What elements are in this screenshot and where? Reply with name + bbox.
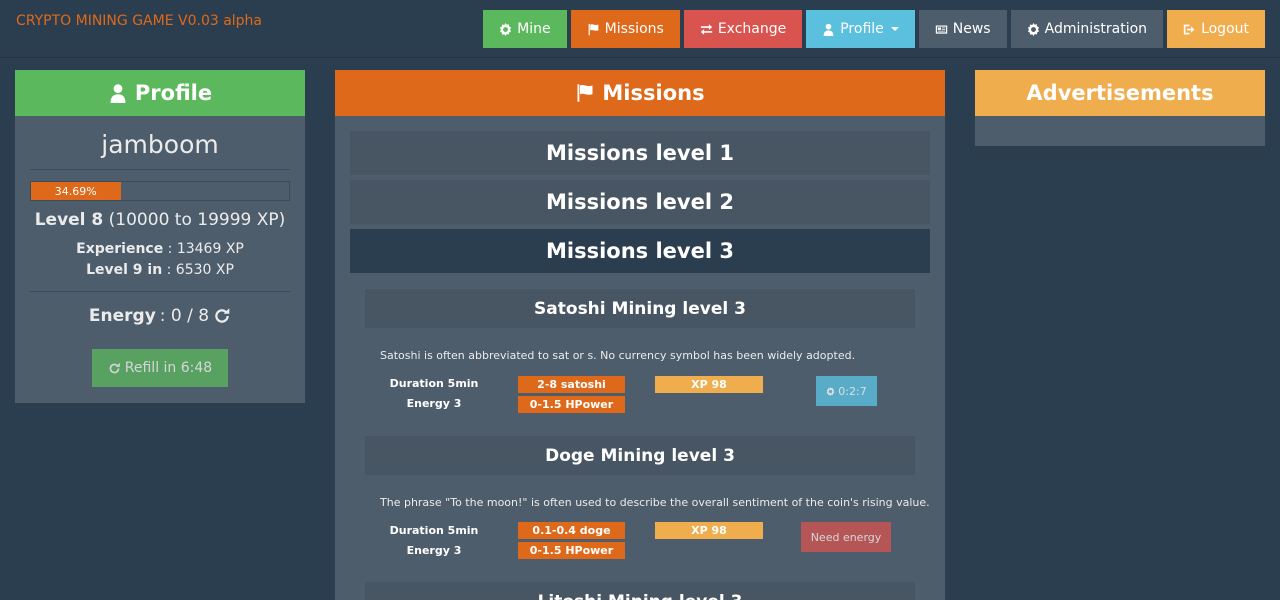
profile-panel-title: Profile	[134, 81, 213, 105]
nav-profile-dropdown[interactable]: Profile	[806, 10, 915, 48]
energy-label: Energy	[88, 306, 156, 326]
gear-icon	[500, 22, 512, 36]
gear-icon	[1027, 22, 1039, 36]
nav-administration-button[interactable]: Administration	[1010, 10, 1164, 48]
mission-description: The phrase "To the moon!" is often used …	[380, 496, 930, 509]
mission-hpower-badge: 0-1.5 HPower	[518, 542, 625, 559]
nav-menu: Mine Missions Exchange Profile News Admi…	[483, 10, 1265, 48]
mission-xp-badge: XP 98	[655, 522, 763, 539]
user-icon	[110, 84, 126, 103]
nav-mine-button[interactable]: Mine	[483, 10, 567, 48]
xp-progress-fill: 34.69%	[31, 182, 121, 200]
mission-xp-badge: XP 98	[655, 376, 763, 393]
missions-panel-title: Missions	[602, 81, 705, 105]
refresh-icon	[109, 362, 120, 373]
exchange-icon	[700, 23, 712, 35]
mission-title: Litoshi Mining level 3	[365, 582, 915, 600]
mission-reward-badge: 2-8 satoshi	[518, 376, 625, 393]
mission-energy: Energy 3	[406, 397, 462, 410]
gear-icon	[826, 386, 835, 396]
nav-news-button[interactable]: News	[918, 10, 1007, 48]
advertisements-panel-title: Advertisements	[1026, 81, 1214, 105]
nav-mine-label: Mine	[517, 21, 551, 37]
level-label: Level 8	[34, 210, 104, 230]
missions-level-1-tab[interactable]: Missions level 1	[350, 131, 930, 175]
refresh-icon	[215, 308, 230, 323]
missions-panel: Missions Missions level 1 Missions level…	[335, 70, 945, 600]
nav-exchange-button[interactable]: Exchange	[683, 10, 803, 48]
mission-energy: Energy 3	[406, 544, 462, 557]
navbar: CRYPTO MINING GAME V0.03 alpha Mine Miss…	[0, 0, 1280, 58]
experience-line: Experience : 13469 XP	[15, 239, 305, 260]
missions-level-3-tab[interactable]: Missions level 3	[350, 229, 930, 273]
mission-duration: Duration 5min	[389, 524, 479, 537]
user-icon	[823, 23, 834, 36]
level-range: (10000 to 19999 XP)	[108, 210, 286, 230]
mission-description: Satoshi is often abbreviated to sat or s…	[380, 349, 856, 362]
next-level-value: : 6530 XP	[166, 262, 234, 278]
nav-news-label: News	[952, 21, 991, 37]
divider	[30, 169, 290, 170]
newspaper-icon	[935, 24, 947, 34]
nav-missions-button[interactable]: Missions	[570, 10, 680, 48]
experience-label: Experience	[76, 241, 164, 257]
mission-hpower-badge: 0-1.5 HPower	[518, 396, 625, 413]
brand-title[interactable]: CRYPTO MINING GAME V0.03 alpha	[16, 13, 262, 29]
refill-label: Refill in 6:48	[124, 360, 213, 376]
need-energy-button[interactable]: Need energy	[801, 522, 891, 552]
mission-start-button[interactable]: 0:2:7	[816, 376, 877, 406]
profile-panel-header: Profile	[15, 70, 305, 116]
energy-value: : 0 / 8	[159, 306, 210, 326]
next-level-label: Level 9 in	[86, 262, 163, 278]
nav-profile-label: Profile	[840, 21, 884, 37]
divider	[30, 291, 290, 292]
energy-line: Energy : 0 / 8	[15, 306, 305, 326]
experience-value: : 13469 XP	[167, 241, 244, 257]
missions-level-2-tab[interactable]: Missions level 2	[350, 180, 930, 224]
missions-panel-header: Missions	[335, 70, 945, 116]
xp-progress-bar: 34.69%	[30, 181, 290, 201]
nav-logout-label: Logout	[1201, 21, 1249, 37]
caret-down-icon	[890, 27, 899, 31]
mission-reward-badge: 0.1-0.4 doge	[518, 522, 625, 539]
advertisements-panel-header: Advertisements	[975, 70, 1265, 116]
profile-panel: Profile jamboom 34.69% Level 8 (10000 to…	[15, 70, 305, 403]
sign-out-icon	[1183, 24, 1195, 34]
flag-icon	[577, 84, 593, 102]
mission-title: Satoshi Mining level 3	[365, 289, 915, 328]
mission-duration: Duration 5min	[389, 377, 479, 390]
next-level-line: Level 9 in : 6530 XP	[15, 260, 305, 281]
level-line: Level 8 (10000 to 19999 XP)	[15, 210, 305, 230]
flag-icon	[588, 23, 598, 35]
nav-missions-label: Missions	[604, 21, 664, 37]
need-energy-label: Need energy	[810, 530, 882, 544]
mission-timer-label: 0:2:7	[838, 384, 867, 398]
advertisements-panel: Advertisements	[975, 70, 1265, 146]
mission-title: Doge Mining level 3	[365, 436, 915, 475]
nav-logout-button[interactable]: Logout	[1167, 10, 1265, 48]
username: jamboom	[101, 130, 219, 159]
nav-exchange-label: Exchange	[717, 21, 787, 37]
nav-administration-label: Administration	[1044, 21, 1148, 37]
refill-button[interactable]: Refill in 6:48	[92, 349, 228, 387]
